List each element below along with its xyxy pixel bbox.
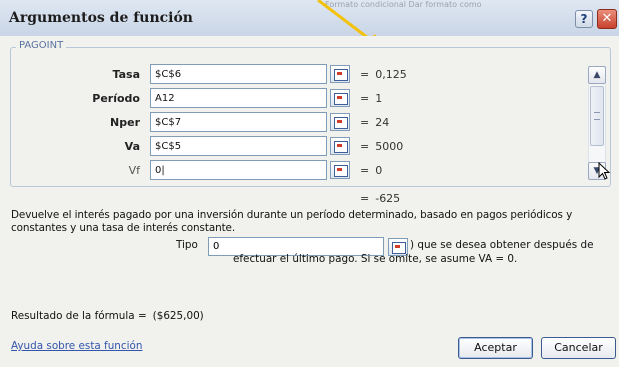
va-input[interactable] (150, 136, 327, 156)
vf-result: = 0 (360, 164, 382, 177)
va-result-value: 5000 (375, 140, 404, 153)
argument-description-line1: ) que se desea obtener después de (410, 239, 594, 251)
function-result-value: -625 (375, 192, 401, 205)
scroll-up-button[interactable]: ▲ (588, 66, 606, 84)
vf-result-value: 0 (375, 164, 383, 177)
function-result: = -625 (360, 192, 400, 205)
va-result: = 5000 (360, 140, 403, 153)
nper-result-value: 24 (375, 116, 390, 129)
equals-sign: = (360, 116, 370, 129)
equals-sign: = (360, 140, 370, 153)
periodo-result-value: 1 (375, 92, 383, 105)
range-select-icon (334, 69, 348, 81)
formula-result: Resultado de la fórmula = ($625,00) (11, 310, 204, 322)
argument-label-va: Va (124, 140, 140, 153)
mouse-cursor-icon (598, 162, 611, 180)
equals-sign: = (360, 164, 370, 177)
function-description: Devuelve el interés pagado por una inver… (11, 209, 573, 234)
scrollbar-thumb[interactable] (590, 86, 604, 146)
tasa-input[interactable] (150, 64, 327, 84)
equals-sign: = (360, 68, 370, 81)
range-select-icon (334, 141, 348, 153)
tasa-result: = 0,125 (360, 68, 407, 81)
vf-input[interactable] (150, 160, 327, 180)
vf-range-select-button[interactable] (330, 161, 350, 179)
periodo-range-select-button[interactable] (330, 89, 350, 107)
formula-result-label: Resultado de la fórmula = (11, 310, 147, 322)
equals-sign: = (360, 92, 370, 105)
nper-input[interactable] (150, 112, 327, 132)
argument-label-nper: Nper (110, 116, 140, 129)
argument-label-tipo: Tipo (176, 239, 198, 251)
periodo-result: = 1 (360, 92, 382, 105)
va-range-select-button[interactable] (330, 137, 350, 155)
tasa-result-value: 0,125 (375, 68, 407, 81)
argument-description-line2: efectuar el último pago. Si se omite, se… (233, 253, 518, 265)
tasa-range-select-button[interactable] (330, 65, 350, 83)
accept-button[interactable]: Aceptar (458, 337, 533, 359)
cancel-button[interactable]: Cancelar (541, 337, 616, 359)
periodo-input[interactable] (150, 88, 327, 108)
help-on-function-link[interactable]: Ayuda sobre esta función (11, 340, 142, 352)
formula-result-value: ($625,00) (152, 310, 204, 322)
nper-result: = 24 (360, 116, 389, 129)
argument-label-tasa: Tasa (112, 68, 140, 81)
range-select-icon (334, 117, 348, 129)
equals-sign: = (360, 192, 370, 205)
nper-range-select-button[interactable] (330, 113, 350, 131)
range-select-icon (334, 165, 348, 177)
argument-label-periodo: Período (92, 92, 140, 105)
range-select-icon (334, 93, 348, 105)
argument-label-vf: Vf (128, 164, 140, 177)
function-name-label: PAGOINT (16, 40, 67, 51)
